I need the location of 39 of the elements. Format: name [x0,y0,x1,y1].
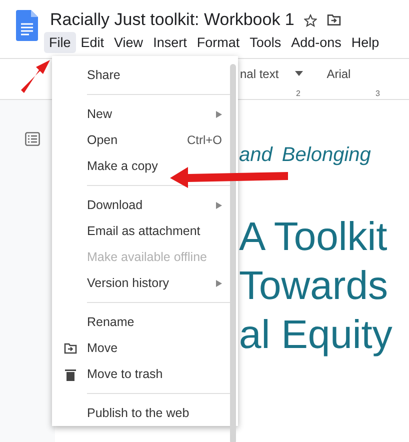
menu-tab[interactable]: Insert [148,32,192,53]
outline-icon[interactable] [25,132,40,146]
menu-item[interactable]: Open Ctrl+O [52,127,230,153]
folder-move-icon[interactable] [327,14,342,26]
style-dropdown[interactable]: nal text [240,66,279,80]
menu-tab[interactable]: File [44,32,76,53]
menu-item[interactable]: Email as attachment [52,218,230,244]
document-subtitle: and Belonging [239,144,372,167]
menu-tab[interactable]: Tools [244,32,286,53]
folder-move-icon [64,342,77,354]
menu-item[interactable]: Publish to the web [52,400,230,426]
document-heading: al Equity [239,312,394,359]
menu-item[interactable]: New [52,101,230,127]
scrollbar[interactable] [230,64,236,442]
menu-item[interactable]: Share [52,62,230,88]
submenu-arrow-icon [216,110,222,118]
menu-tab[interactable]: View [109,32,148,53]
menu-item[interactable]: Download [52,192,230,218]
submenu-arrow-icon [216,280,222,286]
ruler-mark: 3 [375,89,380,98]
menu-tab[interactable]: Add-ons [286,32,346,53]
ruler-mark: 2 [296,89,300,98]
menu-item[interactable]: Move to trash [52,361,230,387]
caret-icon [294,71,303,76]
menu-item[interactable]: Version history [52,270,230,296]
menu-tab[interactable]: Edit [76,32,110,53]
submenu-arrow-icon [216,202,222,208]
menu-item[interactable]: Move [52,335,230,361]
document-title[interactable]: Racially Just toolkit: Workbook 1 [50,10,294,30]
document-heading: Towards [239,263,389,310]
menu-item[interactable]: Make a copy [52,153,230,179]
menu-item[interactable]: Rename [52,309,230,335]
trash-icon [65,368,76,380]
document-heading: A Toolkit [239,214,388,261]
font-dropdown[interactable]: Arial [326,66,351,80]
docs-logo-icon[interactable] [16,10,38,41]
star-icon[interactable] [304,14,318,26]
menu-tab[interactable]: Format [192,32,245,53]
menu-tab[interactable]: Help [346,32,384,53]
